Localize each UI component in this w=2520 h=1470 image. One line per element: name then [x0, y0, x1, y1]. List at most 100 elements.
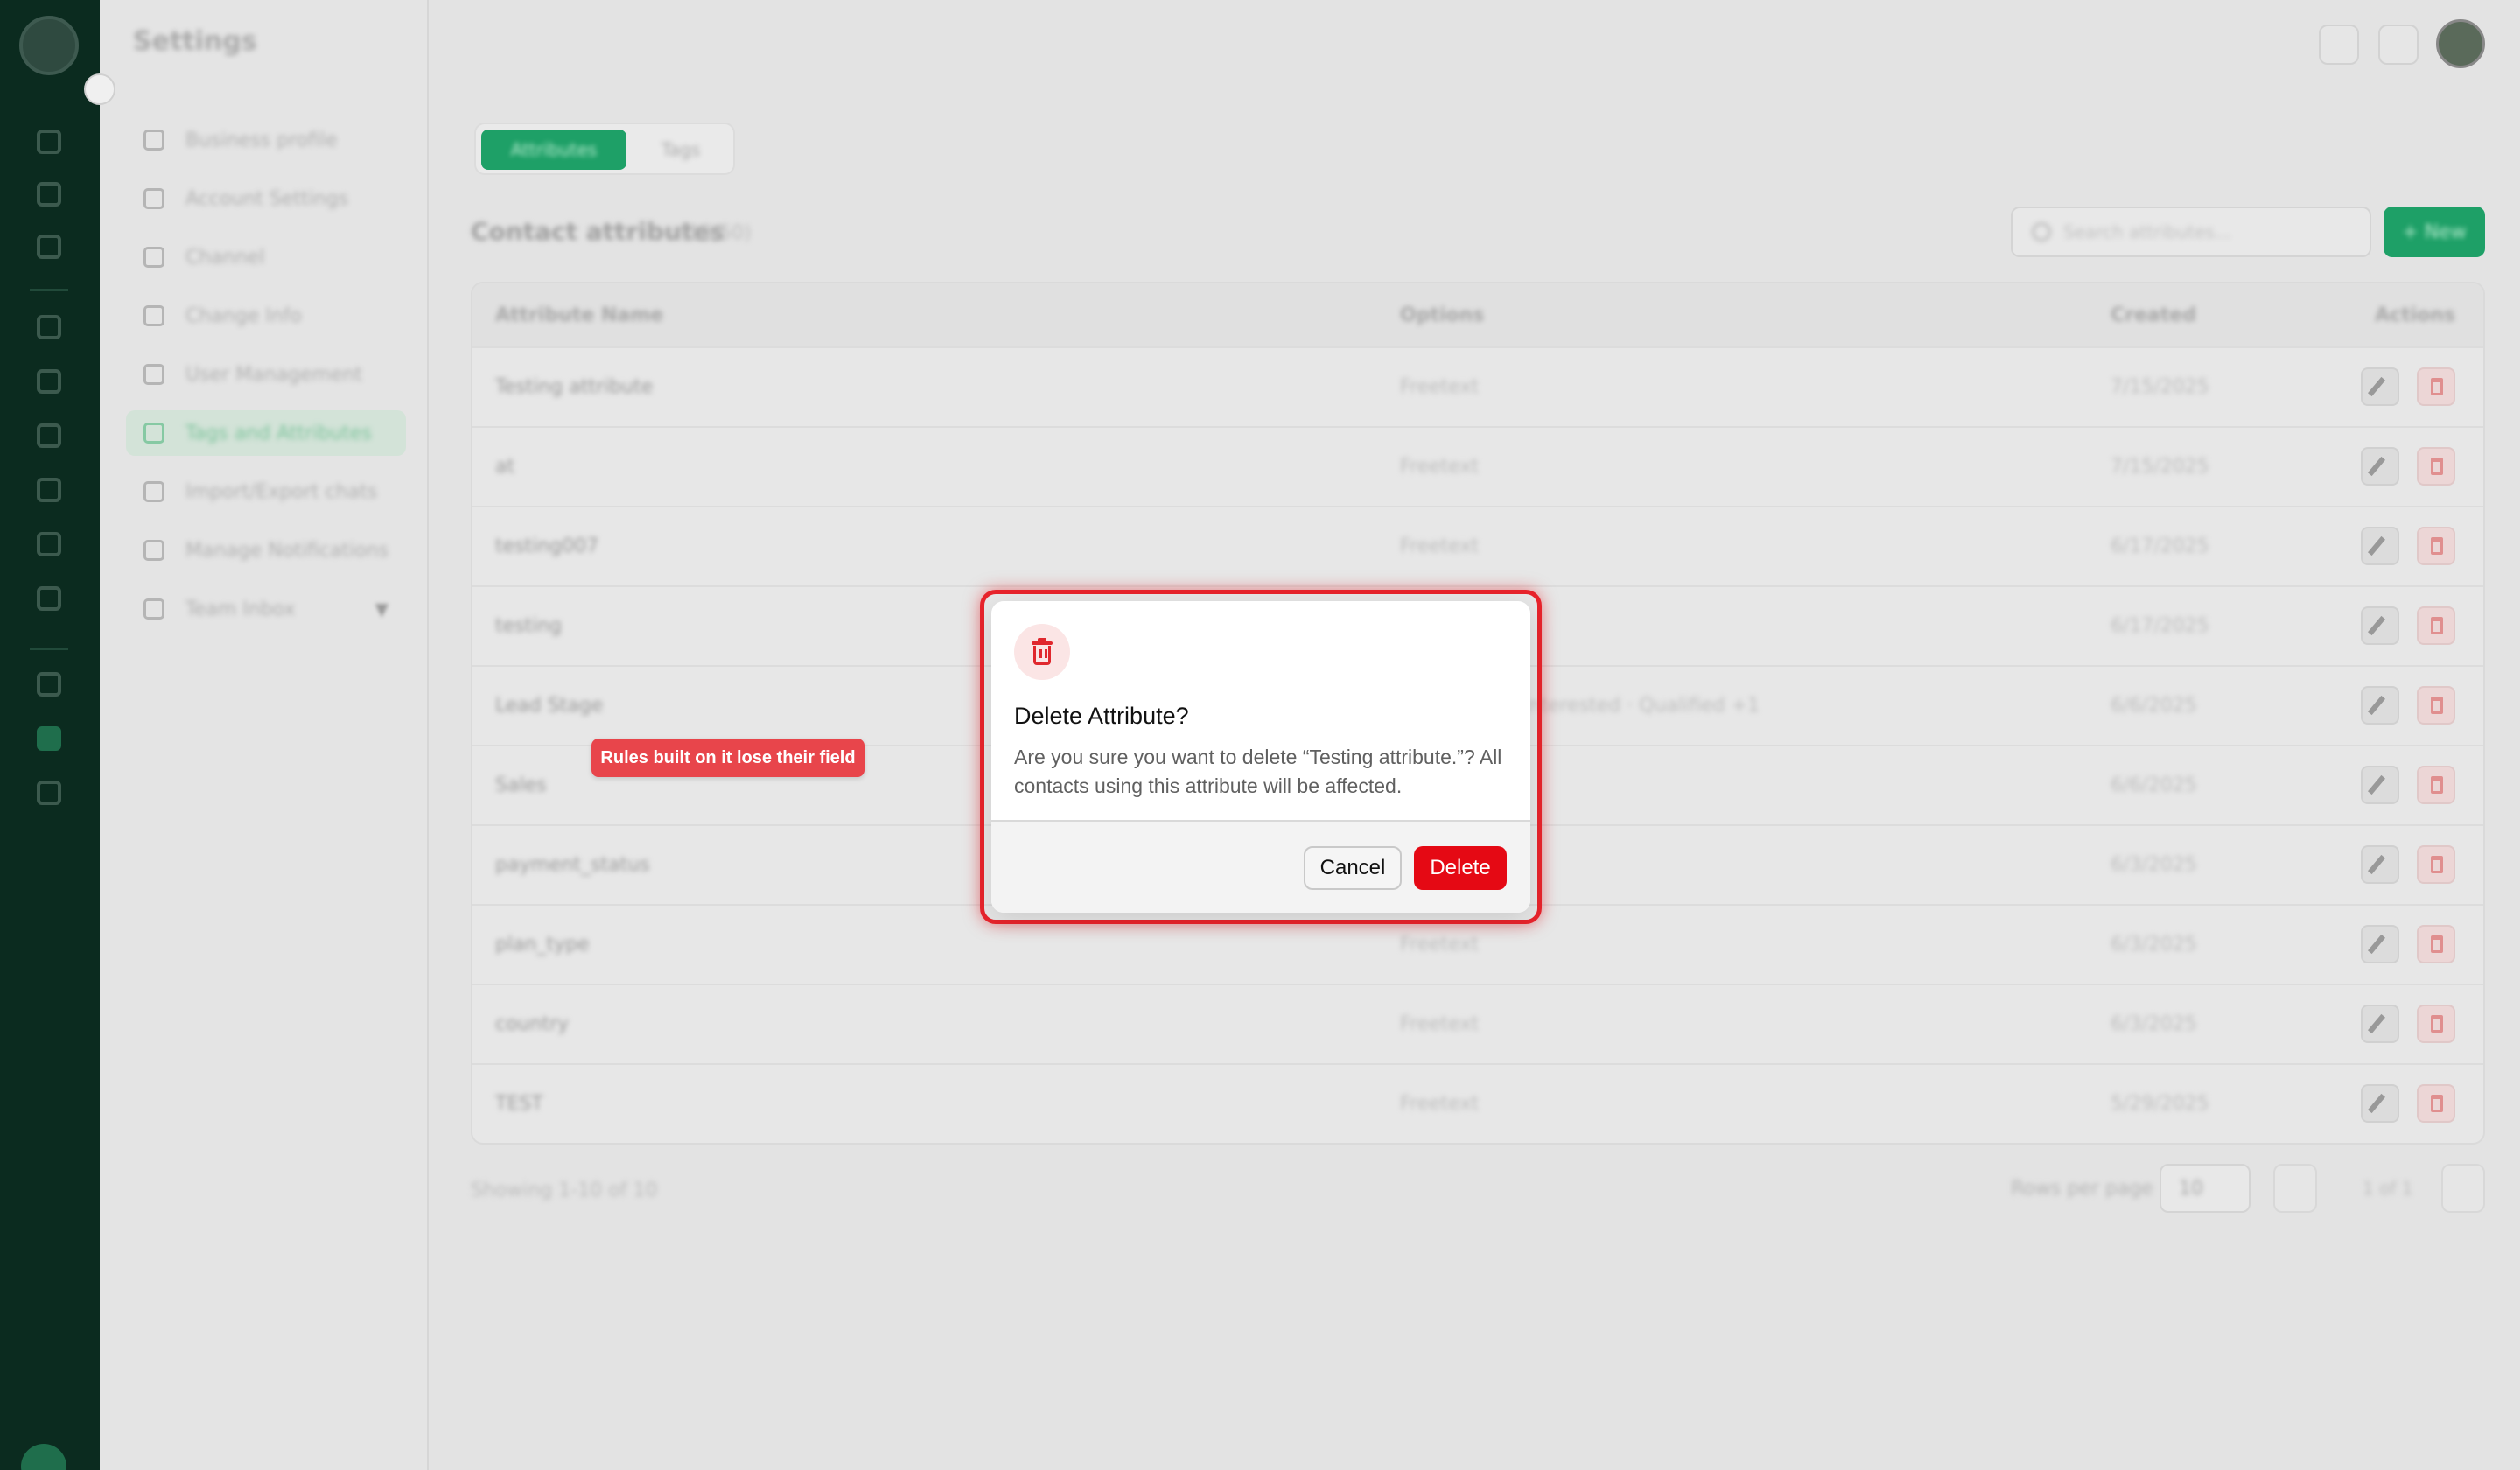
attribute-name: Sales	[495, 774, 547, 796]
help-icon[interactable]	[37, 780, 61, 805]
tab-tags[interactable]: Tags	[634, 130, 728, 170]
trash-icon	[2431, 856, 2443, 873]
delete-button[interactable]	[2417, 845, 2455, 884]
inbox-icon	[144, 598, 164, 620]
tab-attributes[interactable]: Attributes	[481, 130, 626, 170]
delete-button[interactable]	[2417, 606, 2455, 645]
automation-icon[interactable]	[37, 315, 61, 340]
tag-icon	[144, 423, 164, 444]
nav-item-team-inbox[interactable]: Team Inbox ▼	[126, 586, 406, 632]
edit-button[interactable]	[2361, 766, 2399, 804]
attribute-options: Freetext	[1400, 934, 1480, 956]
edit-button[interactable]	[2361, 527, 2399, 565]
nav-item-business-profile[interactable]: Business profile	[126, 117, 406, 163]
table-row: at Freetext 7/15/2025	[472, 426, 2483, 506]
rows-per-page-label: Rows per page	[2011, 1178, 2153, 1200]
delete-button[interactable]	[2417, 447, 2455, 486]
nav-item-import-export[interactable]: Import/Export chats	[126, 469, 406, 514]
analytics-icon[interactable]	[37, 586, 61, 611]
collapse-sidebar-button[interactable]	[84, 74, 116, 105]
nav-item-tags-attributes[interactable]: Tags and Attributes	[126, 410, 406, 456]
delete-button[interactable]: Delete	[1414, 846, 1507, 890]
bell-icon	[144, 540, 164, 561]
edit-button[interactable]	[2361, 845, 2399, 884]
edit-button[interactable]	[2361, 368, 2399, 406]
trash-icon	[2431, 935, 2443, 953]
pencil-icon	[2367, 934, 2386, 955]
new-attribute-button[interactable]: + New	[2384, 206, 2485, 257]
rows-per-page-value: 10	[2179, 1178, 2203, 1200]
table-row: Testing attribute Freetext 7/15/2025	[472, 346, 2483, 426]
icon-rail	[0, 0, 100, 1470]
refresh-button[interactable]	[2378, 24, 2418, 65]
edit-button[interactable]	[2361, 1084, 2399, 1123]
edit-button[interactable]	[2361, 447, 2399, 486]
edit-button[interactable]	[2361, 925, 2399, 963]
nav-item-notifications[interactable]: Manage Notifications	[126, 528, 406, 573]
delete-button[interactable]	[2417, 766, 2455, 804]
delete-button[interactable]	[2417, 527, 2455, 565]
broadcast-icon[interactable]	[37, 369, 61, 394]
settings-icon[interactable]	[37, 726, 61, 751]
integrations-icon[interactable]	[37, 424, 61, 448]
rail-divider	[30, 289, 68, 291]
delete-button[interactable]	[2417, 368, 2455, 406]
inbox-icon[interactable]	[37, 672, 61, 696]
user-status-icon[interactable]	[21, 1444, 66, 1470]
column-header-name: Attribute Name	[495, 304, 664, 326]
contacts-icon[interactable]	[37, 234, 61, 259]
notification-button[interactable]	[2319, 24, 2359, 65]
avatar[interactable]	[2436, 19, 2485, 68]
attribute-options: Freetext	[1400, 456, 1480, 478]
pencil-icon	[2367, 456, 2386, 477]
nav-item-account-settings[interactable]: Account Settings	[126, 176, 406, 221]
attribute-name: payment_status	[495, 854, 650, 876]
tab-label: Tags	[661, 139, 701, 160]
attribute-name: testing007	[495, 536, 599, 557]
attribute-created: 7/15/2025	[2110, 376, 2209, 398]
brand-logo[interactable]	[19, 16, 79, 75]
attribute-name: testing	[495, 615, 563, 637]
rows-per-page-select[interactable]: 10	[2160, 1164, 2250, 1213]
delete-button[interactable]	[2417, 1084, 2455, 1123]
search-input[interactable]: Search attributes...	[2011, 206, 2371, 257]
cancel-button[interactable]: Cancel	[1304, 846, 1402, 890]
trash-icon	[1014, 624, 1070, 680]
edit-info-icon	[144, 305, 164, 326]
nav-item-label: Import/Export chats	[186, 480, 378, 503]
search-icon	[2032, 222, 2051, 242]
attribute-created: 5/29/2025	[2110, 1093, 2209, 1115]
chat-icon[interactable]	[37, 182, 61, 206]
attribute-count: (10/50)	[681, 222, 752, 244]
delete-button[interactable]	[2417, 686, 2455, 724]
gear-icon	[144, 188, 164, 209]
edit-button[interactable]	[2361, 606, 2399, 645]
attribute-options: Freetext	[1400, 1013, 1480, 1035]
next-page-button[interactable]	[2441, 1164, 2485, 1213]
tag-icon[interactable]	[37, 532, 61, 556]
prev-page-button[interactable]	[2273, 1164, 2317, 1213]
settings-nav: Business profile Account Settings Channe…	[100, 0, 429, 1470]
commerce-icon[interactable]	[37, 478, 61, 502]
attribute-options: Freetext	[1400, 1093, 1480, 1115]
users-icon	[144, 364, 164, 385]
edit-button[interactable]	[2361, 1004, 2399, 1043]
chevron-down-icon: ▼	[374, 598, 388, 620]
attribute-name: Lead Stage	[495, 695, 604, 717]
edit-button[interactable]	[2361, 686, 2399, 724]
page-title: Settings	[133, 26, 257, 57]
delete-attribute-dialog: Delete Attribute? Are you sure you want …	[991, 601, 1530, 913]
attribute-created: 6/17/2025	[2110, 536, 2209, 557]
nav-item-change-info[interactable]: Change Info	[126, 293, 406, 339]
pencil-icon	[2367, 536, 2386, 556]
delete-button[interactable]	[2417, 925, 2455, 963]
pencil-icon	[2367, 376, 2386, 397]
dashboard-icon[interactable]	[37, 130, 61, 154]
nav-item-channel[interactable]: Channel	[126, 234, 406, 280]
attribute-created: 6/3/2025	[2110, 1013, 2197, 1035]
attribute-options: Freetext	[1400, 376, 1480, 398]
trash-icon	[2431, 378, 2443, 396]
nav-item-user-management[interactable]: User Management	[126, 352, 406, 397]
pencil-icon	[2367, 615, 2386, 636]
delete-button[interactable]	[2417, 1004, 2455, 1043]
